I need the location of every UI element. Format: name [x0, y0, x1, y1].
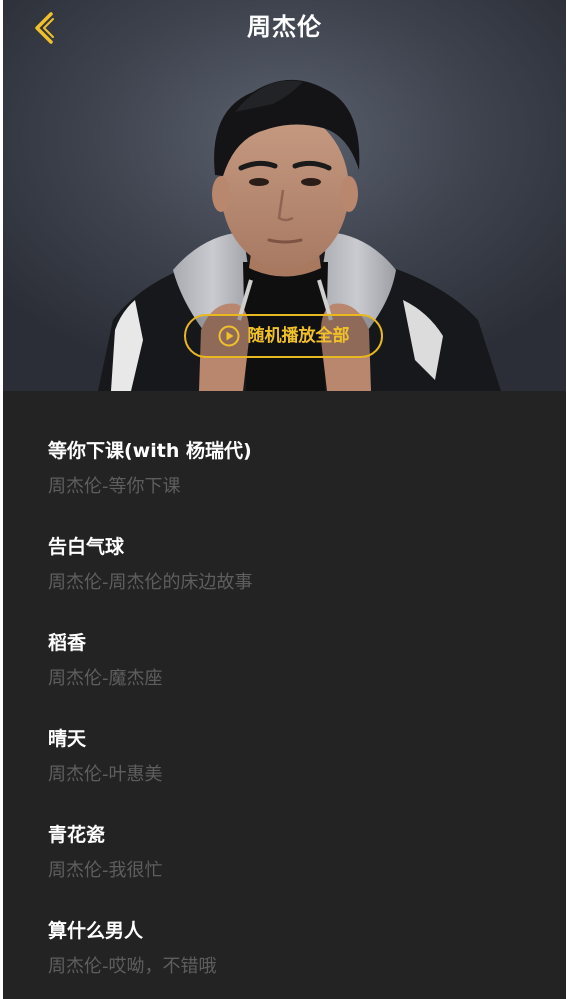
song-title: 等你下课(with 杨瑞代): [48, 440, 252, 462]
shuffle-play-all-label: 随机播放全部: [247, 326, 350, 346]
song-item[interactable]: 稻香 周杰伦-魔杰座: [48, 630, 528, 710]
song-item[interactable]: 等你下课(with 杨瑞代) 周杰伦-等你下课: [48, 438, 528, 518]
play-circle-icon: [218, 325, 239, 347]
song-subtitle: 周杰伦-叶惠美: [48, 764, 163, 785]
top-bar: 周杰伦: [3, 0, 566, 56]
song-title: 稻香: [48, 632, 87, 654]
song-item[interactable]: 晴天 周杰伦-叶惠美: [48, 726, 528, 806]
app-frame: 周杰伦 随机播放全部 等你下课(with 杨瑞代) 周杰伦-等你下课 告白气球 …: [3, 0, 566, 999]
song-subtitle: 周杰伦-等你下课: [48, 476, 181, 497]
song-title: 青花瓷: [48, 824, 106, 846]
page-title: 周杰伦: [247, 13, 322, 41]
artist-hero: 周杰伦 随机播放全部: [3, 0, 566, 391]
song-title: 告白气球: [48, 536, 125, 558]
song-item[interactable]: 告白气球 周杰伦-周杰伦的床边故事: [48, 534, 528, 614]
song-list: 等你下课(with 杨瑞代) 周杰伦-等你下课 告白气球 周杰伦-周杰伦的床边故…: [3, 391, 566, 999]
song-subtitle: 周杰伦-哎呦，不错哦: [48, 956, 217, 977]
song-subtitle: 周杰伦-魔杰座: [48, 668, 163, 689]
song-item[interactable]: 青花瓷 周杰伦-我很忙: [48, 822, 528, 902]
song-subtitle: 周杰伦-我很忙: [48, 860, 163, 881]
song-subtitle: 周杰伦-周杰伦的床边故事: [48, 572, 253, 593]
song-item[interactable]: 算什么男人 周杰伦-哎呦，不错哦: [48, 918, 528, 998]
song-title: 晴天: [48, 728, 87, 750]
song-title: 算什么男人: [48, 920, 144, 942]
shuffle-play-all-button[interactable]: 随机播放全部: [184, 314, 383, 358]
